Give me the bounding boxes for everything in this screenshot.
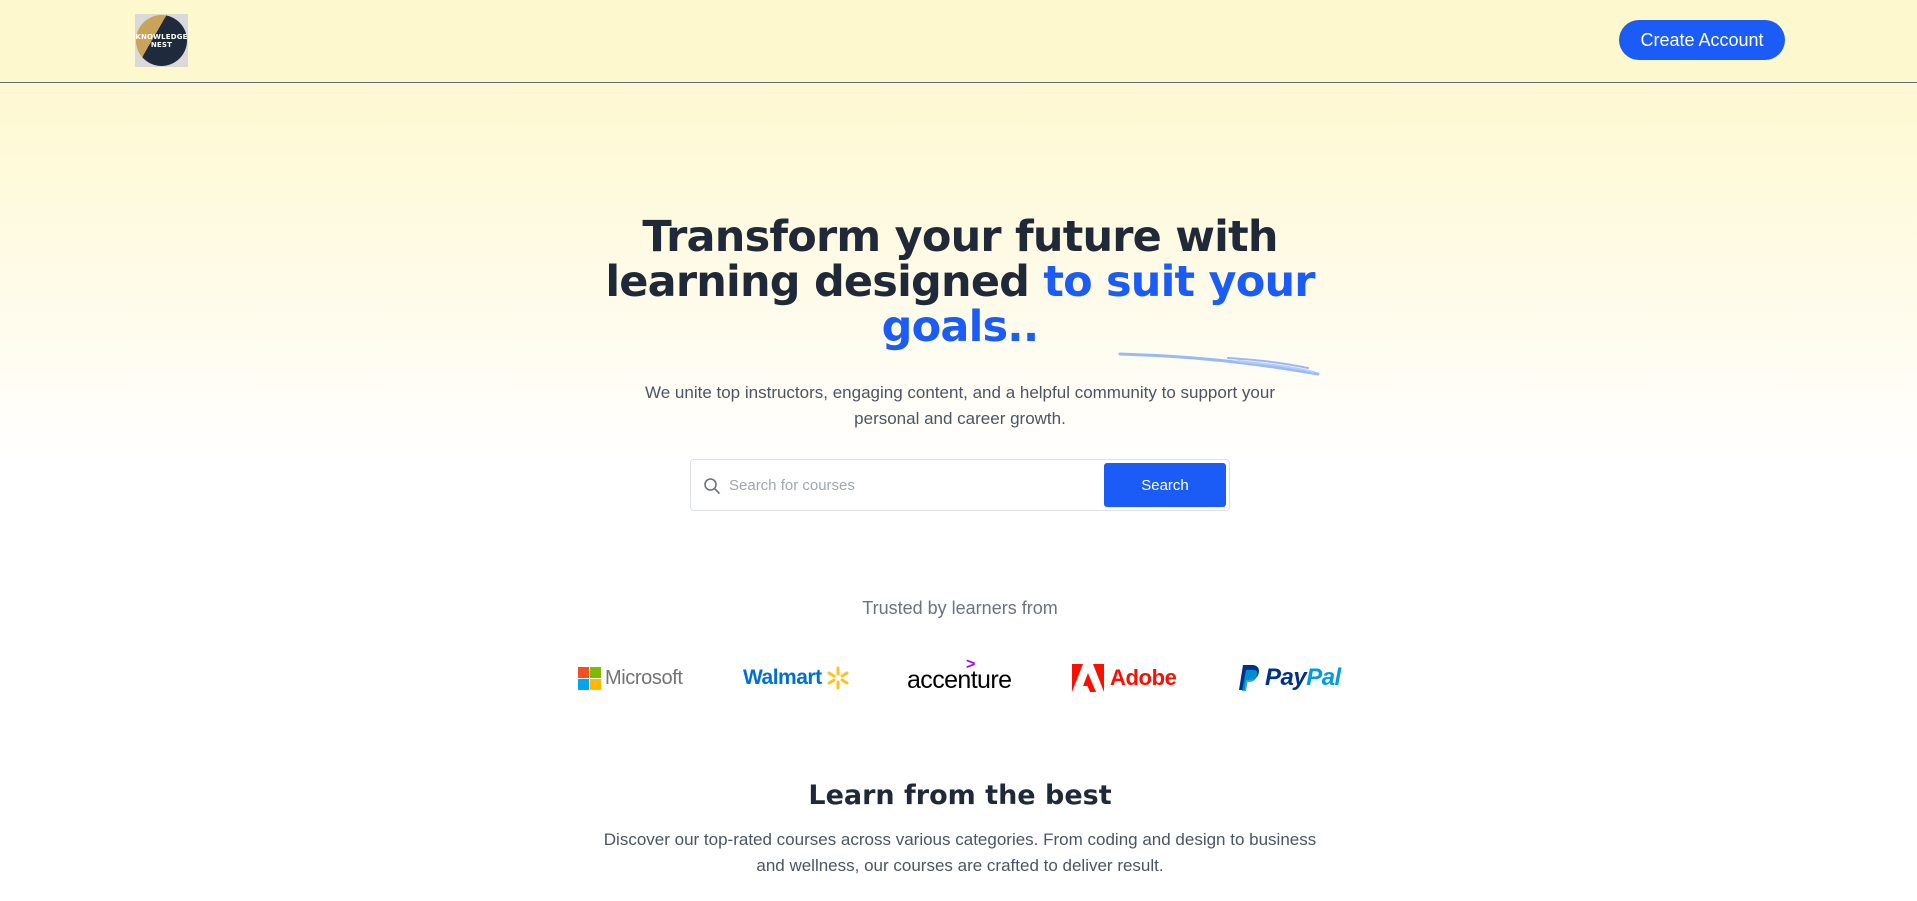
top-header: KNOWLEDGE NEST Create Account bbox=[0, 0, 1917, 83]
walmart-spark-icon bbox=[827, 666, 849, 690]
accenture-logo: > accenture bbox=[907, 656, 1012, 698]
microsoft-logo: Microsoft bbox=[578, 660, 683, 696]
page-background bbox=[0, 0, 1917, 901]
create-account-button[interactable]: Create Account bbox=[1619, 20, 1785, 60]
adobe-logo: Adobe bbox=[1072, 660, 1177, 696]
paypal-pal: Pal bbox=[1306, 664, 1341, 691]
paypal-wordmark: PayPal bbox=[1265, 664, 1341, 692]
logo-text-line1: KNOWLEDGE bbox=[135, 32, 188, 41]
accenture-wordmark: > accenture bbox=[907, 656, 1012, 695]
paypal-p-icon bbox=[1239, 665, 1259, 691]
search-input[interactable] bbox=[729, 468, 1089, 502]
search-button[interactable]: Search bbox=[1104, 463, 1226, 507]
accenture-chevron-icon: > bbox=[966, 655, 975, 673]
accenture-text: accenture bbox=[907, 665, 1012, 694]
search-icon bbox=[704, 478, 720, 494]
hero-subtitle: We unite top instructors, engaging conte… bbox=[645, 383, 1275, 428]
paypal-pay: Pay bbox=[1265, 664, 1307, 691]
learn-section-title: Learn from the best bbox=[808, 780, 1112, 811]
adobe-a-icon bbox=[1072, 664, 1104, 692]
trusted-by-label: Trusted by learners from bbox=[862, 598, 1058, 618]
partner-logos: Microsoft Walmart > accenture Adobe PayP… bbox=[575, 656, 1345, 700]
hand-drawn-underline bbox=[1118, 352, 1320, 376]
walmart-wordmark: Walmart bbox=[743, 666, 822, 689]
site-logo[interactable]: KNOWLEDGE NEST bbox=[135, 14, 188, 67]
walmart-logo: Walmart bbox=[743, 660, 851, 696]
paypal-logo: PayPal bbox=[1237, 660, 1341, 696]
adobe-wordmark: Adobe bbox=[1110, 665, 1177, 690]
microsoft-wordmark: Microsoft bbox=[605, 666, 683, 689]
logo-emblem: KNOWLEDGE NEST bbox=[135, 15, 188, 66]
learn-section-subtitle: Discover our top-rated courses across va… bbox=[603, 830, 1317, 875]
hero-title: Transform your future with learning desi… bbox=[600, 215, 1320, 350]
logo-text-line2: NEST bbox=[150, 40, 173, 49]
course-search-bar: Search bbox=[690, 459, 1230, 511]
microsoft-squares-icon bbox=[578, 667, 601, 690]
